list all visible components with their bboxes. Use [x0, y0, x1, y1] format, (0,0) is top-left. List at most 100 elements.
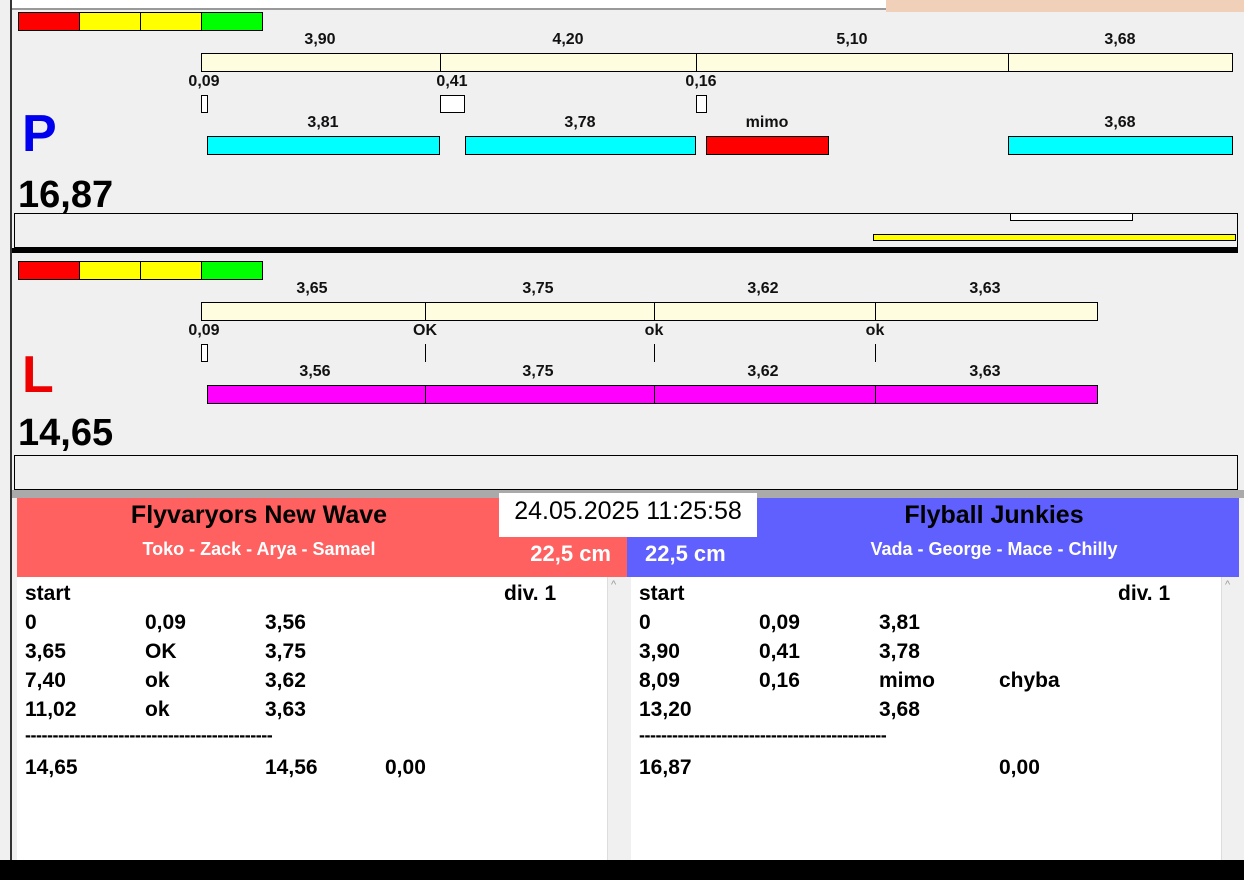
split-bar	[201, 302, 426, 321]
traffic-light-red	[18, 261, 80, 280]
log-right-scrollbar[interactable]: ^	[1221, 577, 1238, 860]
lane-letter: P	[22, 105, 57, 163]
lane-total-time: 14,65	[18, 412, 114, 454]
team-dogs: Toko - Zack - Arya - Samael	[142, 539, 376, 559]
lane-divider	[12, 248, 1238, 253]
progress-bar	[873, 234, 1236, 241]
scroll-up-icon[interactable]: ^	[611, 579, 616, 591]
run-bar	[654, 385, 876, 404]
cell: 0,41	[759, 640, 800, 663]
cell: 3,56	[265, 611, 306, 634]
split-label: 3,90	[304, 31, 336, 48]
run-bar	[207, 385, 426, 404]
cell: 11,02	[25, 698, 77, 721]
log-start: start	[25, 582, 71, 605]
cell: 16,87	[639, 756, 692, 779]
run-label: 3,62	[747, 363, 779, 380]
run-bar	[207, 136, 440, 155]
cell: 0,00	[999, 756, 1040, 779]
run-bar-fault	[706, 136, 829, 155]
start-box	[201, 344, 208, 362]
split-bar	[654, 302, 876, 321]
start-label: ok	[644, 322, 664, 339]
start-label: 0,09	[188, 322, 220, 339]
log-left[interactable]: start div. 1 0 0,09 3,56 3,65 OK 3,75 7,40 ok…	[17, 577, 607, 860]
cell: ok	[145, 698, 170, 721]
cell: mimo	[879, 669, 936, 692]
cell: 3,90	[639, 640, 680, 663]
cell: 8,09	[639, 669, 680, 692]
log-division: div. 1	[1118, 582, 1171, 605]
traffic-light-yellow	[140, 12, 202, 31]
lane-total-time: 16,87	[18, 174, 114, 216]
run-bar	[465, 136, 696, 155]
split-bar	[1008, 53, 1233, 72]
cell: 3,62	[265, 669, 306, 692]
log-separator: ----------------------------------------…	[639, 725, 887, 745]
cell: 0,09	[145, 611, 186, 634]
start-box	[201, 95, 208, 113]
jump-height: 22,5 cm	[645, 541, 726, 566]
split-label: 4,20	[552, 31, 584, 48]
traffic-light-red	[18, 12, 80, 31]
cell: 0	[639, 611, 651, 634]
traffic-light-yellow	[79, 261, 141, 280]
split-bar	[696, 53, 1009, 72]
run-bar	[875, 385, 1098, 404]
start-tick	[875, 344, 876, 362]
run-label: 3,78	[564, 114, 596, 131]
log-right[interactable]: start div. 1 0 0,09 3,81 3,90 0,41 3,78 8,09…	[631, 577, 1221, 860]
cell: 13,20	[639, 698, 692, 721]
traffic-light-green	[201, 261, 263, 280]
datetime-display: 24.05.2025 11:25:58	[499, 493, 757, 537]
cell: 7,40	[25, 669, 66, 692]
bottom-border	[0, 860, 1244, 880]
cell: 3,65	[25, 640, 66, 663]
run-label: 3,56	[299, 363, 331, 380]
top-right-panel	[886, 0, 1244, 12]
lane-letter: L	[22, 346, 54, 404]
traffic-light-yellow	[140, 261, 202, 280]
split-label: 3,63	[969, 280, 1001, 297]
run-label: 3,68	[1104, 114, 1136, 131]
cell: 14,56	[265, 756, 318, 779]
split-label: 5,10	[836, 31, 868, 48]
cell: chyba	[999, 669, 1060, 692]
start-label: ok	[865, 322, 885, 339]
split-label: 3,62	[747, 280, 779, 297]
team-name: Flyball Junkies	[904, 501, 1084, 529]
cell: 3,75	[265, 640, 306, 663]
start-box	[696, 95, 707, 113]
split-bar	[201, 53, 441, 72]
left-frame-edge	[0, 0, 12, 860]
run-label: mimo	[745, 114, 789, 131]
start-label: OK	[413, 322, 437, 339]
run-bar	[1008, 136, 1233, 155]
log-left-scrollbar[interactable]: ^	[607, 577, 624, 860]
split-bar	[440, 53, 697, 72]
split-label: 3,75	[522, 280, 554, 297]
top-toolbar-strip	[0, 0, 886, 10]
cell: 3,78	[879, 640, 920, 663]
progress-marker	[1010, 213, 1133, 221]
team-name: Flyvaryors New Wave	[130, 501, 388, 529]
cell: 3,68	[879, 698, 920, 721]
split-label: 3,65	[296, 280, 328, 297]
scroll-up-icon[interactable]: ^	[1225, 579, 1230, 591]
start-label: 0,16	[685, 73, 717, 90]
cell: 3,63	[265, 698, 306, 721]
start-tick	[654, 344, 655, 362]
cell: 0,00	[385, 756, 426, 779]
log-division: div. 1	[504, 582, 557, 605]
traffic-light-yellow	[79, 12, 141, 31]
split-bar	[875, 302, 1098, 321]
cell: 0,16	[759, 669, 800, 692]
split-label: 3,68	[1104, 31, 1136, 48]
log-separator: ----------------------------------------…	[25, 725, 273, 745]
start-label: 0,41	[436, 73, 468, 90]
start-tick	[425, 344, 426, 362]
split-bar	[425, 302, 655, 321]
traffic-light-green	[201, 12, 263, 31]
cell: 14,65	[25, 756, 78, 779]
jump-height: 22,5 cm	[530, 541, 611, 566]
